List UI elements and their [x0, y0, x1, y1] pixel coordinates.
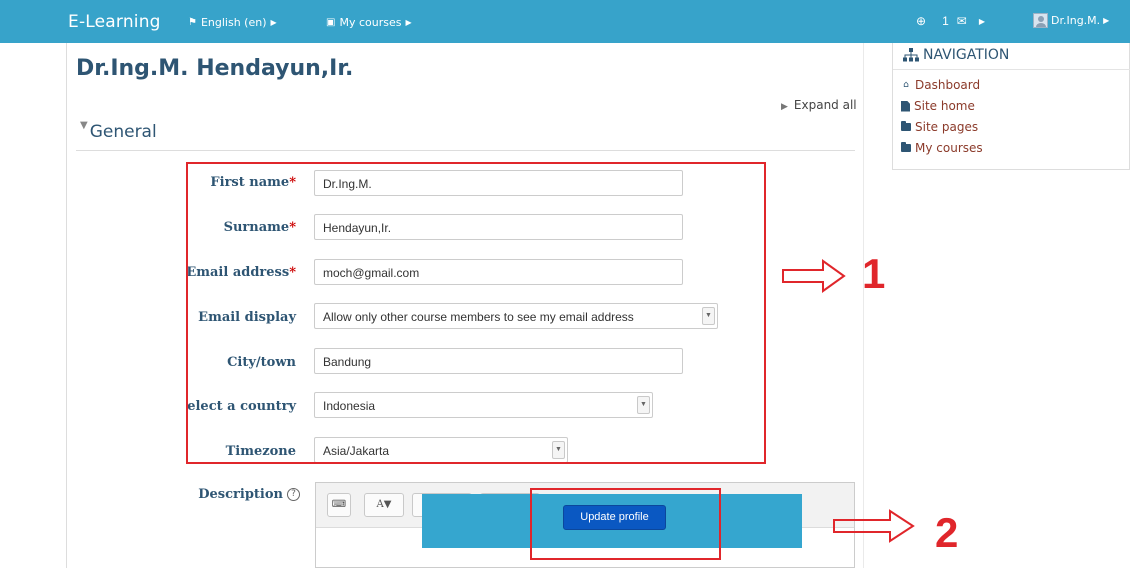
expand-all-link[interactable]: ▶ Expand all	[781, 98, 857, 112]
folder-icon	[901, 142, 911, 152]
notification-icon[interactable]: ⊕	[916, 14, 926, 28]
navigation-title: NAVIGATION	[923, 47, 1010, 63]
font-style-icon[interactable]: A▼	[364, 493, 404, 517]
page-title: Dr.Ing.M. Hendayun,Ir.	[76, 56, 354, 81]
section-title: General	[89, 122, 157, 142]
language-label: English (en)	[200, 16, 267, 29]
nav-item-site-pages[interactable]: Site pages	[901, 120, 978, 134]
navigation-divider	[893, 69, 1130, 70]
page-icon	[901, 100, 910, 112]
user-menu[interactable]: Dr.Ing.M. ▶	[1033, 13, 1109, 28]
description-label: Description?	[160, 487, 300, 502]
caret-right-icon[interactable]: ▶	[979, 17, 985, 26]
envelope-icon[interactable]: ✉	[957, 14, 967, 28]
annotation-number-2: 2	[935, 509, 959, 556]
annotation-box-1	[186, 162, 766, 464]
annotation-arrow-1	[782, 259, 846, 293]
annotation-box-2	[530, 488, 721, 560]
nav-item-dashboard[interactable]: ⌂ Dashboard	[901, 78, 980, 92]
sitemap-icon	[903, 48, 919, 62]
caret-right-icon: ▶	[781, 102, 788, 112]
site-brand[interactable]: E-Learning	[68, 12, 161, 32]
message-count: 1	[942, 14, 949, 28]
page-divider	[66, 43, 67, 568]
navigation-heading: NAVIGATION	[903, 47, 1009, 63]
caret-down-icon: ▼	[80, 120, 88, 131]
section-divider	[76, 150, 855, 151]
section-general-toggle[interactable]: ▼ General	[80, 120, 157, 142]
briefcase-icon: ▣	[326, 17, 336, 28]
caret-right-icon: ▶	[405, 18, 412, 27]
avatar	[1033, 13, 1048, 28]
my-courses-label: My courses	[339, 16, 402, 29]
flag-icon: ⚑	[188, 17, 197, 28]
user-name: Dr.Ing.M.	[1051, 14, 1101, 27]
caret-right-icon: ▶	[270, 18, 277, 27]
help-icon[interactable]: ?	[287, 488, 300, 501]
nav-item-site-home[interactable]: Site home	[901, 99, 975, 113]
notification-tools: ⊕ 1 ✉ ▶	[916, 14, 985, 28]
nav-item-my-courses[interactable]: My courses	[901, 141, 983, 155]
keyboard-icon[interactable]: ⌨	[327, 493, 351, 517]
top-navbar: E-Learning ⚑ English (en) ▶ ▣ My courses…	[0, 0, 1130, 43]
my-courses-menu[interactable]: ▣ My courses ▶	[326, 16, 412, 29]
expand-all-label: Expand all	[793, 98, 857, 112]
caret-right-icon: ▶	[1103, 16, 1110, 25]
home-icon: ⌂	[903, 80, 909, 90]
language-menu[interactable]: ⚑ English (en) ▶	[188, 16, 277, 29]
annotation-arrow-2	[833, 509, 915, 543]
folder-icon	[901, 121, 911, 131]
annotation-number-1: 1	[862, 250, 886, 297]
navigation-block: NAVIGATION ⌂ Dashboard Site home Site pag…	[892, 43, 1130, 170]
column-divider	[863, 43, 864, 568]
